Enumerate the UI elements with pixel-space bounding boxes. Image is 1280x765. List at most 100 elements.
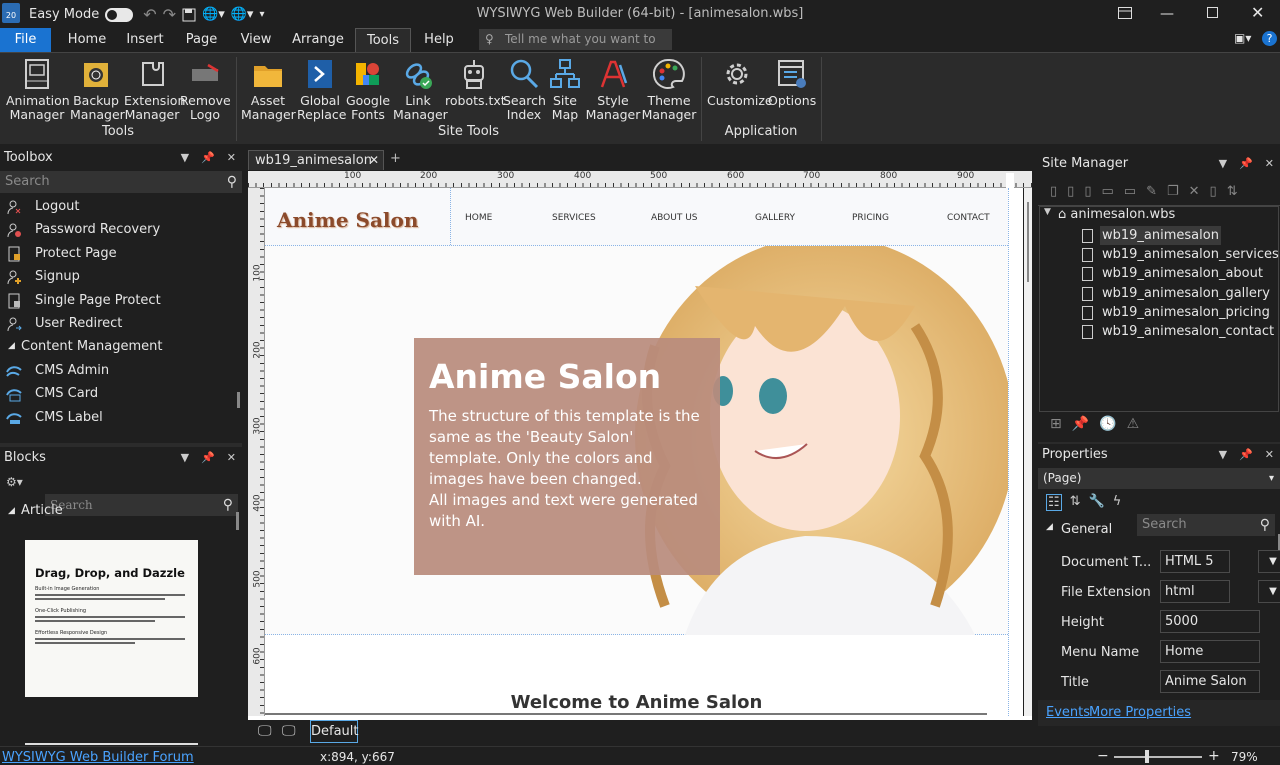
panel-menu-icon[interactable]: ▼ [1219,153,1227,175]
page-properties-icon[interactable]: ▯ [1210,184,1217,199]
extension-manager-button[interactable]: Extension Manager [124,57,185,122]
events-icon[interactable]: ϟ [1113,494,1122,511]
panel-menu-icon[interactable]: ▼ [1219,444,1227,466]
object-selector[interactable]: (Page) ▾ [1038,468,1280,489]
close-button[interactable]: ✕ [1251,3,1264,22]
panel-menu-icon[interactable]: ▼ [181,447,189,469]
options-button[interactable]: Options [768,57,816,108]
delete-page-icon[interactable]: ✕ [1189,184,1200,199]
toolbox-item-password-recovery[interactable]: Password Recovery [0,218,242,241]
tab-arrange[interactable]: Arrange [288,28,348,52]
pin-icon[interactable]: 📌 [1239,444,1253,466]
new-page-icon[interactable]: ▯ [1050,184,1057,199]
prop-value-title[interactable]: Anime Salon [1160,670,1260,693]
properties-search-input[interactable]: Search ⚲ [1137,514,1275,536]
pin-icon[interactable]: 📌 [1239,153,1253,175]
help-icon[interactable]: ? [1262,31,1277,46]
prop-value-document-type[interactable]: HTML 5 [1160,550,1230,573]
toolbox-search-input[interactable]: Search ⚲ [0,171,242,193]
search-icon[interactable]: ⚲ [1260,514,1270,536]
zoom-out-button[interactable]: − [1097,748,1109,764]
restore-layout-icon[interactable] [1118,7,1132,19]
more-properties-link[interactable]: More Properties [1089,705,1191,720]
theme-manager-button[interactable]: Theme Manager [641,57,697,122]
toolbox-item-logout[interactable]: Logout [0,195,242,218]
page-canvas[interactable]: Anime Salon HOME SERVICES ABOUT US GALLE… [265,188,1023,716]
next-block-preview[interactable] [25,743,198,745]
new-tab-button[interactable]: + [390,151,401,166]
global-replace-button[interactable]: Global Replace [297,57,346,122]
close-icon[interactable]: ✕ [1265,444,1274,466]
toolbox-item-cms-admin[interactable]: CMS Admin [0,359,242,382]
edit-page-icon[interactable]: ✎ [1146,184,1157,199]
forum-link[interactable]: WYSIWYG Web Builder Forum [2,750,194,765]
tab-help[interactable]: Help [418,28,460,52]
breakpoint-edit-icon[interactable]: 🖵 [282,723,296,739]
nav-pricing[interactable]: PRICING [852,213,889,223]
warning-icon[interactable]: ⚠ [1127,416,1140,435]
blocks-scrollbar[interactable] [236,512,239,530]
toolbox-item-cms-label[interactable]: CMS Label [0,406,242,429]
hero-text-box[interactable]: Anime Salon The structure of this templa… [414,338,720,575]
layout-dropdown-icon[interactable]: ▣▾ [1234,31,1251,45]
properties-section-general[interactable]: ◢ General [1038,522,1112,537]
style-manager-button[interactable]: Style Manager [585,57,641,122]
prop-value-file-extension[interactable]: html [1160,580,1230,603]
pin-icon[interactable]: 📌 [201,447,215,469]
sort-icon[interactable]: ⇅ [1227,184,1238,199]
search-index-button[interactable]: Search Index [503,57,546,122]
toolbox-item-single-page-protect[interactable]: Single Page Protect [0,289,242,312]
structure-icon[interactable]: ⊞ [1050,416,1062,435]
tab-page[interactable]: Page [180,28,223,52]
block-preview-card[interactable]: Drag, Drop, and Dazzle Built-in Image Ge… [25,540,198,697]
nav-home[interactable]: HOME [465,213,492,223]
tell-me-input[interactable]: Tell me what you want to d... [479,29,672,67]
categorized-icon[interactable]: ☷ [1046,494,1062,511]
pin-icon[interactable]: 📌 [201,147,215,169]
site-map-button[interactable]: Site Map [546,57,584,122]
document-tab[interactable]: wb19_animesalon ✕ [248,150,384,170]
expand-arrow-icon[interactable]: ▼ [1044,207,1051,217]
canvas-vertical-scrollbar[interactable] [1024,188,1032,716]
events-link[interactable]: Events [1046,705,1090,720]
animation-manager-button[interactable]: Animation Manager [6,57,70,122]
close-tab-icon[interactable]: ✕ [369,151,379,170]
close-icon[interactable]: ✕ [1265,153,1274,175]
minimize-button[interactable]: — [1160,6,1174,22]
duplicate-page-icon[interactable]: ▯ [1084,184,1091,199]
prop-value-height[interactable]: 5000 [1160,610,1260,633]
pin-page-icon[interactable]: 📌 [1072,416,1089,435]
maximize-button[interactable] [1207,7,1218,18]
tab-file[interactable]: File [0,28,51,52]
robots-txt-button[interactable]: robots.txt [445,57,506,108]
site-header[interactable]: Anime Salon HOME SERVICES ABOUT US GALLE… [265,188,1008,246]
breakpoint-add-icon[interactable]: 🖵 [258,723,272,739]
tab-tools[interactable]: Tools [355,28,411,52]
tab-view[interactable]: View [234,28,278,52]
search-icon[interactable]: ⚲ [227,171,237,193]
toolbox-item-cms-card[interactable]: CMS Card [0,382,242,405]
panel-menu-icon[interactable]: ▼ [181,147,189,169]
clone-page-icon[interactable]: ❐ [1167,184,1179,199]
customize-button[interactable]: Customize [707,57,773,108]
prop-value-menu-name[interactable]: Home [1160,640,1260,663]
history-icon[interactable]: 🕓 [1099,416,1116,435]
breakpoint-default-button[interactable]: Default [310,720,359,743]
remove-logo-button[interactable]: Remove Logo [180,57,231,122]
zoom-in-button[interactable]: + [1208,748,1220,764]
blocks-category-article[interactable]: ◢ Article [0,500,242,522]
toolbox-item-protect-page[interactable]: Protect Page [0,242,242,265]
site-root[interactable]: ⌂ animesalon.wbs [1058,207,1175,222]
zoom-slider-thumb[interactable] [1145,750,1149,763]
close-icon[interactable]: ✕ [227,447,236,469]
asset-manager-button[interactable]: Asset Manager [241,57,296,122]
zoom-slider[interactable] [1114,750,1202,763]
nav-services[interactable]: SERVICES [552,213,596,223]
tab-insert[interactable]: Insert [121,28,169,52]
toolbox-scrollbar[interactable] [237,392,240,408]
close-icon[interactable]: ✕ [227,147,236,169]
blocks-settings-icon[interactable]: ⚙▾ [6,475,23,489]
tab-home[interactable]: Home [60,28,114,52]
hero-section[interactable]: Anime Salon The structure of this templa… [265,246,1008,635]
properties-icon[interactable]: 🔧 [1089,494,1105,511]
